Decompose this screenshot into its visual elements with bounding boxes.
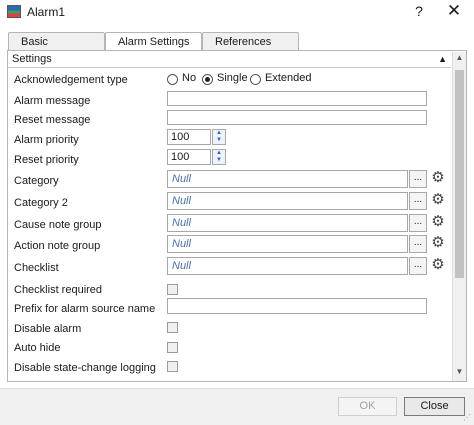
ack-radio-single-label: Single (217, 72, 248, 84)
alarm-message-label: Alarm message (14, 95, 91, 107)
reset-priority-label: Reset priority (14, 154, 79, 166)
spin-down-icon[interactable]: ▼ (213, 137, 225, 144)
category-field[interactable]: Null (167, 170, 408, 188)
action-note-group-browse-button[interactable]: ... (409, 235, 427, 253)
dialog-footer (0, 388, 474, 425)
category2-browse-button[interactable]: ... (409, 192, 427, 210)
action-note-group-gear-icon[interactable]: ⚙ (429, 235, 447, 253)
disable-state-logging-checkbox[interactable] (167, 361, 178, 372)
ack-radio-extended[interactable] (250, 74, 261, 85)
spin-up-icon[interactable]: ▲ (213, 150, 225, 157)
collapse-icon[interactable]: ▲ (438, 54, 447, 64)
spin-up-icon[interactable]: ▲ (213, 130, 225, 137)
checklist-label: Checklist (14, 262, 59, 274)
reset-message-label: Reset message (14, 114, 91, 126)
ack-radio-no[interactable] (167, 74, 178, 85)
category2-field[interactable]: Null (167, 192, 408, 210)
help-button[interactable]: ? (412, 3, 426, 19)
prefix-alarm-source-label: Prefix for alarm source name (14, 303, 156, 315)
cause-note-group-label: Cause note group (14, 219, 102, 231)
scroll-down-icon[interactable]: ▼ (453, 367, 466, 380)
reset-priority-spinner[interactable]: ▲ ▼ (212, 149, 226, 165)
checklist-field[interactable]: Null (167, 257, 408, 275)
title-bar: Alarm1 ? ✕ (0, 0, 474, 26)
checklist-required-label: Checklist required (14, 284, 103, 296)
resize-grip-icon[interactable]: ⋰ (463, 413, 471, 422)
action-note-group-label: Action note group (14, 240, 101, 252)
cause-note-group-gear-icon[interactable]: ⚙ (429, 214, 447, 232)
disable-alarm-checkbox[interactable] (167, 322, 178, 333)
tab-basic[interactable]: Basic (8, 32, 105, 51)
scroll-up-icon[interactable]: ▲ (453, 53, 466, 66)
category2-gear-icon[interactable]: ⚙ (429, 192, 447, 210)
category-browse-button[interactable]: ... (409, 170, 427, 188)
alarm-app-icon (7, 5, 21, 18)
scroll-thumb[interactable] (455, 70, 464, 278)
ack-type-label: Acknowledgement type (14, 74, 128, 86)
close-window-icon[interactable]: ✕ (446, 1, 462, 21)
category-label: Category (14, 175, 59, 187)
alarm-priority-label: Alarm priority (14, 134, 79, 146)
alarm-message-field[interactable] (167, 91, 427, 106)
ack-radio-single[interactable] (202, 74, 213, 85)
tab-alarm-settings[interactable]: Alarm Settings (105, 32, 202, 52)
action-note-group-field[interactable]: Null (167, 235, 408, 253)
checklist-gear-icon[interactable]: ⚙ (429, 257, 447, 275)
alarm-priority-field[interactable]: 100 (167, 129, 211, 145)
reset-message-field[interactable] (167, 110, 427, 125)
cause-note-group-browse-button[interactable]: ... (409, 214, 427, 232)
category2-label: Category 2 (14, 197, 68, 209)
vertical-scrollbar[interactable]: ▲ ▼ (452, 52, 466, 381)
cause-note-group-field[interactable]: Null (167, 214, 408, 232)
settings-section-header[interactable]: Settings ▲ (8, 51, 451, 68)
checklist-browse-button[interactable]: ... (409, 257, 427, 275)
spin-down-icon[interactable]: ▼ (213, 157, 225, 164)
close-button[interactable]: Close (404, 397, 465, 416)
prefix-alarm-source-field[interactable] (167, 298, 427, 314)
alarm-priority-spinner[interactable]: ▲ ▼ (212, 129, 226, 145)
auto-hide-label: Auto hide (14, 342, 61, 354)
auto-hide-checkbox[interactable] (167, 342, 178, 353)
disable-alarm-label: Disable alarm (14, 323, 82, 335)
reset-priority-field[interactable]: 100 (167, 149, 211, 165)
category-gear-icon[interactable]: ⚙ (429, 170, 447, 188)
ack-radio-no-label: No (182, 72, 197, 84)
checklist-required-checkbox[interactable] (167, 284, 178, 295)
ack-radio-extended-label: Extended (265, 72, 312, 84)
disable-state-logging-label: Disable state-change logging (14, 362, 156, 374)
tab-references[interactable]: References (202, 32, 299, 51)
ok-button[interactable]: OK (338, 397, 397, 416)
window-title: Alarm1 (27, 5, 66, 19)
section-title: Settings (12, 53, 52, 65)
